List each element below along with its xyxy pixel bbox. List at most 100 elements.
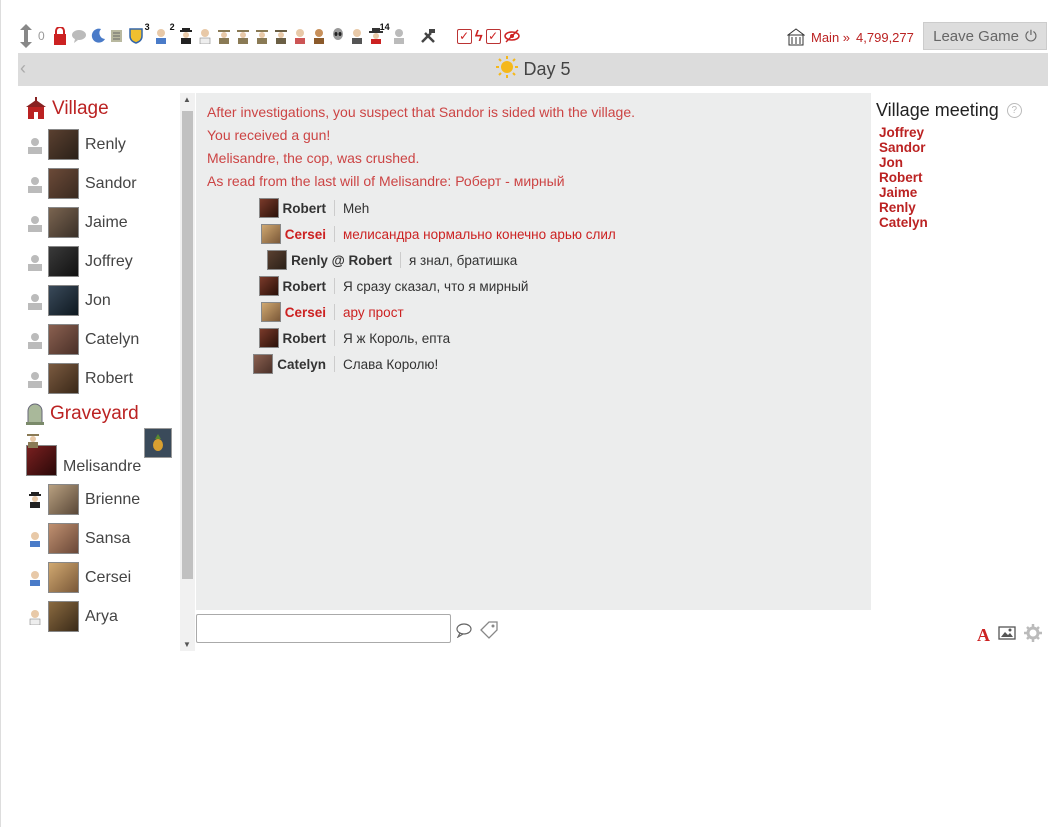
lightning-icon[interactable]: ϟ xyxy=(475,28,483,45)
hunter-icon[interactable] xyxy=(311,26,327,46)
back-arrow-icon[interactable]: ‹ xyxy=(20,58,26,79)
avatar[interactable] xyxy=(258,328,279,348)
vote-item[interactable]: Catelyn xyxy=(879,215,1056,230)
chat-message: Cersei мелисандра нормально конечно арью… xyxy=(196,221,871,247)
player-name[interactable]: Arya xyxy=(85,608,118,626)
avatar[interactable] xyxy=(258,198,279,218)
avatar[interactable] xyxy=(48,363,79,394)
avatar[interactable] xyxy=(48,246,79,277)
doctor-icon[interactable] xyxy=(197,26,213,46)
leave-game-button[interactable]: Leave Game ⏻ xyxy=(923,22,1047,50)
player-row[interactable]: Jaime xyxy=(18,203,180,242)
font-color-icon[interactable]: A xyxy=(977,625,990,646)
player-row[interactable]: Brienne xyxy=(18,480,180,519)
player-name[interactable]: Melisandre xyxy=(63,458,141,476)
checkbox-icon[interactable]: ✓ xyxy=(485,28,501,44)
speech-bubble-icon[interactable] xyxy=(71,26,87,46)
vote-item[interactable]: Joffrey xyxy=(879,125,1056,140)
vote-item[interactable]: Jaime xyxy=(879,185,1056,200)
message-author[interactable]: Robert xyxy=(283,279,327,294)
image-icon[interactable] xyxy=(998,626,1016,645)
avatar[interactable] xyxy=(48,523,79,554)
player-row[interactable]: Robert xyxy=(18,359,180,398)
old-man-icon[interactable] xyxy=(292,26,308,46)
player-panel-scrollbar[interactable]: ▲ ▼ xyxy=(180,93,195,651)
player-name[interactable]: Cersei xyxy=(85,569,131,587)
avatar[interactable] xyxy=(48,168,79,199)
player-row[interactable]: Sandor xyxy=(18,164,180,203)
vote-move-icon[interactable] xyxy=(18,24,34,48)
avatar[interactable] xyxy=(48,285,79,316)
player-name[interactable]: Brienne xyxy=(85,491,140,509)
chat-input[interactable] xyxy=(196,614,451,643)
citizen-icon[interactable]: 2 xyxy=(153,22,175,46)
shield-icon[interactable]: 3 xyxy=(128,22,150,46)
speech-bubble-icon[interactable] xyxy=(455,622,473,643)
avatar[interactable] xyxy=(253,354,274,374)
avatar[interactable] xyxy=(260,302,281,322)
message-author[interactable]: Renly @ Robert xyxy=(291,253,392,268)
vote-item[interactable]: Sandor xyxy=(879,140,1056,155)
player-name[interactable]: Sansa xyxy=(85,530,130,548)
scroll-down-icon[interactable]: ▼ xyxy=(183,640,191,649)
vote-item[interactable]: Renly xyxy=(879,200,1056,215)
avatar[interactable] xyxy=(48,129,79,160)
pineapple-item-icon[interactable] xyxy=(144,428,172,458)
player-name[interactable]: Jaime xyxy=(85,214,128,232)
avatar[interactable] xyxy=(267,250,288,270)
avatar[interactable] xyxy=(48,484,79,515)
checkbox-icon[interactable]: ✓ xyxy=(456,28,472,44)
main-lobby-link[interactable]: Main » 4,799,277 xyxy=(787,28,914,46)
player-name[interactable]: Jon xyxy=(85,292,111,310)
player-name[interactable]: Robert xyxy=(85,370,133,388)
detective-icon[interactable] xyxy=(273,26,289,46)
avatar[interactable] xyxy=(48,562,79,593)
player-row[interactable]: Renly xyxy=(18,125,180,164)
player-name[interactable]: Catelyn xyxy=(85,331,139,349)
lock-icon[interactable] xyxy=(52,26,68,46)
alien-icon[interactable] xyxy=(330,26,346,46)
power-icon: ⏻ xyxy=(1025,27,1037,45)
message-author[interactable]: Robert xyxy=(283,331,327,346)
unknown-player-icon[interactable] xyxy=(391,26,407,46)
avatar[interactable] xyxy=(48,324,79,355)
main-label[interactable]: Main » xyxy=(811,30,850,45)
detective-icon[interactable] xyxy=(254,26,270,46)
player-row[interactable]: Sansa xyxy=(18,519,180,558)
avatar[interactable] xyxy=(48,207,79,238)
player-name[interactable]: Sandor xyxy=(85,175,137,193)
tag-icon[interactable] xyxy=(479,620,499,645)
message-author[interactable]: Robert xyxy=(283,201,327,216)
vote-item[interactable]: Jon xyxy=(879,155,1056,170)
avatar[interactable] xyxy=(48,601,79,632)
scroll-up-icon[interactable]: ▲ xyxy=(183,95,191,104)
citizen-icon xyxy=(30,531,40,547)
mafia-icon[interactable] xyxy=(178,26,194,46)
scroll-icon[interactable] xyxy=(109,26,125,46)
message-author[interactable]: Catelyn xyxy=(277,357,326,372)
tools-icon[interactable] xyxy=(420,26,436,46)
scroll-thumb[interactable] xyxy=(182,111,193,579)
player-row[interactable]: Jon xyxy=(18,281,180,320)
player-name[interactable]: Renly xyxy=(85,136,126,154)
player-name[interactable]: Joffrey xyxy=(85,253,133,271)
gear-icon[interactable] xyxy=(1024,624,1042,647)
player-row[interactable]: Catelyn xyxy=(18,320,180,359)
detective-icon[interactable] xyxy=(235,26,251,46)
detective-icon[interactable] xyxy=(216,26,232,46)
avatar[interactable] xyxy=(260,224,281,244)
player-row[interactable]: Arya xyxy=(18,597,180,636)
eye-slash-icon[interactable] xyxy=(503,26,520,46)
sheriff-icon[interactable]: 14 xyxy=(368,22,390,46)
player-row[interactable]: Joffrey xyxy=(18,242,180,281)
detective-icon xyxy=(25,432,41,453)
avatar[interactable] xyxy=(258,276,279,296)
player-row[interactable]: Melisandre xyxy=(18,428,180,480)
message-author[interactable]: Cersei xyxy=(285,305,326,320)
judge-icon[interactable] xyxy=(349,26,365,46)
player-row[interactable]: Cersei xyxy=(18,558,180,597)
help-icon[interactable]: ? xyxy=(1006,103,1022,118)
moon-icon[interactable] xyxy=(90,26,106,46)
message-author[interactable]: Cersei xyxy=(285,227,326,242)
vote-item[interactable]: Robert xyxy=(879,170,1056,185)
